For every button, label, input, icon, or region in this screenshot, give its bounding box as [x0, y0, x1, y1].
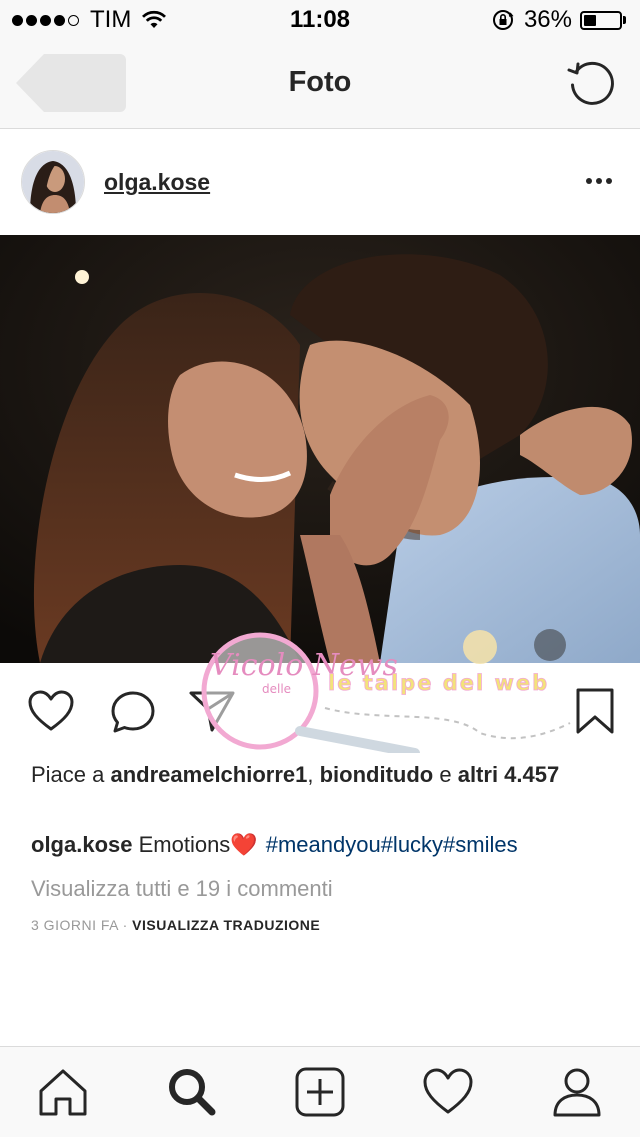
likes-text: Piace a andreamelchiorre1, bionditudo e … — [31, 760, 621, 789]
caption-username[interactable]: olga.kose — [31, 832, 132, 857]
status-bar: TIM 11:08 36% — [0, 0, 640, 40]
page-title: Foto — [288, 66, 352, 98]
post-username[interactable]: olga.kose — [104, 169, 210, 196]
battery-area: 36% — [492, 6, 626, 34]
post-time: 3 GIORNI FA — [31, 917, 119, 933]
refresh-icon[interactable] — [566, 58, 618, 110]
see-translation-link[interactable]: VISUALIZZA TRADUZIONE — [132, 917, 320, 933]
orientation-lock-icon — [492, 10, 514, 30]
heart-emoji-icon: ❤️ — [230, 832, 258, 857]
likes-and: e — [433, 762, 458, 787]
caption-hashtags[interactable]: #meandyou#lucky#smiles — [266, 832, 518, 857]
bookmark-icon[interactable] — [575, 687, 615, 735]
view-all-comments-link[interactable]: Visualizza tutti e 19 i commenti — [31, 876, 333, 902]
liker-link[interactable]: bionditudo — [320, 762, 434, 787]
likes-prefix: Piace a — [31, 762, 111, 787]
battery-icon — [580, 10, 622, 30]
meta-separator: · — [118, 917, 133, 933]
activity-heart-icon[interactable] — [421, 1065, 475, 1119]
post-actions: Vicolo News delle le talpe del web — [0, 629, 640, 758]
liker-link[interactable]: andreamelchiorre1 — [111, 762, 308, 787]
likes-separator: , — [307, 762, 320, 787]
post-meta: 3 GIORNI FA · VISUALIZZA TRADUZIONE — [31, 917, 320, 933]
watermark-banner: le talpe del web — [328, 671, 549, 695]
share-direct-icon[interactable] — [188, 689, 236, 733]
caption-text: Emotions — [132, 832, 231, 857]
battery-level — [584, 14, 596, 26]
more-options-icon[interactable] — [582, 178, 612, 184]
add-post-icon[interactable] — [293, 1065, 347, 1119]
nav-bar: Foto — [0, 40, 640, 129]
caption: olga.kose Emotions❤️ #meandyou#lucky#smil… — [31, 832, 621, 858]
profile-icon[interactable] — [550, 1065, 604, 1119]
post-photo[interactable] — [0, 235, 640, 663]
avatar[interactable] — [21, 150, 85, 214]
watermark-logo-sub: delle — [262, 682, 291, 696]
home-icon[interactable] — [36, 1065, 90, 1119]
post-header: olga.kose — [0, 129, 640, 235]
likes-more-link[interactable]: altri 4.457 — [458, 762, 560, 787]
comment-icon[interactable] — [109, 689, 157, 735]
battery-percent: 36% — [523, 6, 572, 33]
battery-tip — [623, 16, 626, 24]
tab-bar — [0, 1046, 640, 1137]
like-heart-icon[interactable] — [27, 689, 75, 733]
search-icon[interactable] — [165, 1065, 219, 1119]
